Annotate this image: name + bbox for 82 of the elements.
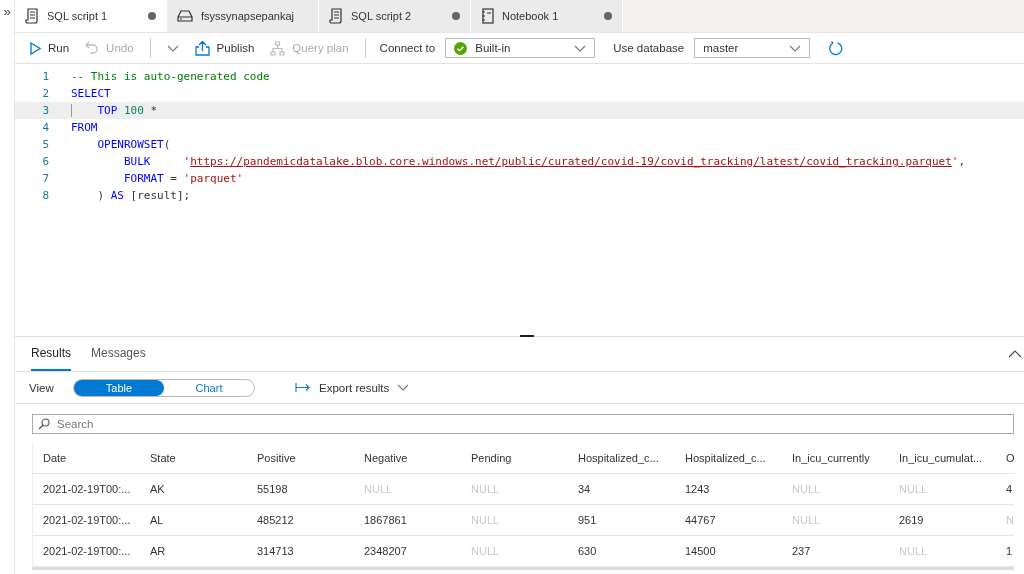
database-label: Use database [613, 42, 685, 54]
table-cell-text: 2348207 [363, 545, 408, 557]
code-line: FROM [71, 121, 98, 134]
connect-label: Connect to [379, 42, 436, 54]
editor-tab[interactable]: fsyssynapsepankaj [167, 0, 319, 32]
script-icon [25, 8, 39, 24]
view-option[interactable]: Chart [164, 379, 254, 396]
code-line: BULK 'https://pandemicdatalake.blob.core.windows.net/public/curated/covid-19/covid_tracking/latest/covid_tracking.parquet', [122, 155, 966, 168]
play-icon [29, 41, 41, 55]
view-option[interactable]: Table [74, 379, 164, 396]
results-tab[interactable]: Results [31, 337, 71, 371]
chevron-down-icon [397, 384, 410, 391]
table-cell-text: 34 [577, 483, 592, 495]
chevron-up-icon[interactable] [1008, 350, 1022, 358]
search-field[interactable]: Search [32, 414, 1014, 434]
expand-toggle[interactable]: » [3, 0, 11, 19]
database-icon [177, 9, 193, 23]
column-header[interactable]: O [996, 451, 1024, 464]
line-number: 4 [41, 121, 50, 134]
check-circle-icon [454, 41, 468, 55]
code-line: SELECT [71, 87, 111, 100]
table-cell-text: AL [149, 514, 165, 526]
publish-button[interactable]: Publish [188, 37, 261, 59]
export-button[interactable]: Export results [289, 380, 416, 395]
chevron-down-icon [166, 44, 179, 52]
table-cell-text: 314713 [256, 545, 295, 557]
table-cell-text: 2021-02-19T00:... [42, 514, 132, 526]
code-line: TOP 100 * [71, 104, 158, 117]
table-cell-text: AK [149, 483, 166, 495]
export-icon [295, 383, 311, 392]
results-tab[interactable]: Messages [91, 337, 146, 371]
connect-dropdown[interactable]: Built-in [445, 38, 596, 58]
line-number: 5 [41, 138, 50, 151]
table-cell-text: 951 [577, 514, 598, 526]
refresh-icon[interactable] [828, 40, 844, 56]
editor-tab[interactable]: Notebook 1 [471, 0, 623, 32]
table-cell-text: AR [149, 545, 167, 557]
column-header[interactable]: Hospitalized_c... [568, 451, 675, 464]
resize-handle[interactable] [520, 335, 534, 337]
view-label: View [29, 381, 55, 394]
column-header[interactable]: Negative [354, 451, 461, 464]
editor-tab[interactable]: SQL script 1 [15, 0, 167, 32]
column-header[interactable]: Pending [461, 451, 568, 464]
line-number: 8 [41, 189, 50, 202]
database-dropdown[interactable]: master [694, 38, 811, 58]
table-cell-text: 44767 [684, 514, 717, 526]
hierarchy-icon [270, 40, 286, 56]
line-number: 7 [41, 172, 50, 185]
table-cell-text: 1867861 [363, 514, 408, 526]
column-header[interactable]: In_icu_currently [782, 451, 889, 464]
script-icon [329, 8, 343, 24]
table-cell-text: 1 [1005, 545, 1014, 557]
column-header[interactable]: Positive [247, 451, 354, 464]
table-cell-text: 1243 [684, 483, 711, 495]
run-button[interactable]: Run [23, 38, 76, 58]
column-header[interactable]: Hospitalized_c... [675, 451, 782, 464]
code-line: -- This is auto-generated code [71, 70, 270, 83]
chevron-down-icon [789, 44, 802, 52]
table-cell-text: 237 [791, 545, 812, 557]
line-number: 2 [41, 87, 50, 100]
table-cell-text: 630 [577, 545, 598, 557]
table-cell-text: 55198 [256, 483, 289, 495]
table-cell-text: 2021-02-19T00:... [42, 545, 132, 557]
upload-icon [194, 40, 210, 56]
line-number: 6 [41, 155, 50, 168]
column-header[interactable]: In_icu_cumulat... [889, 451, 996, 464]
chevron-down-icon [574, 44, 587, 52]
table-cell-text: 485212 [256, 514, 295, 526]
column-header[interactable]: Date [33, 451, 140, 464]
line-number: 3 [41, 104, 50, 117]
table-cell-text: 2619 [898, 514, 925, 526]
editor-tab[interactable]: SQL script 2 [319, 0, 471, 32]
code-line: OPENROWSET( [96, 138, 171, 151]
line-number: 1 [41, 70, 50, 83]
code-line: FORMAT = 'parquet' [122, 172, 244, 185]
table-cell-text: 14500 [684, 545, 717, 557]
undo-icon [85, 41, 100, 55]
column-header[interactable]: State [140, 451, 247, 464]
table-cell-text: 4 [1005, 483, 1014, 495]
code-line: ) AS [result]; [96, 189, 191, 202]
table-cell-text: 2021-02-19T00:... [42, 483, 132, 495]
notebook-icon [481, 8, 494, 24]
